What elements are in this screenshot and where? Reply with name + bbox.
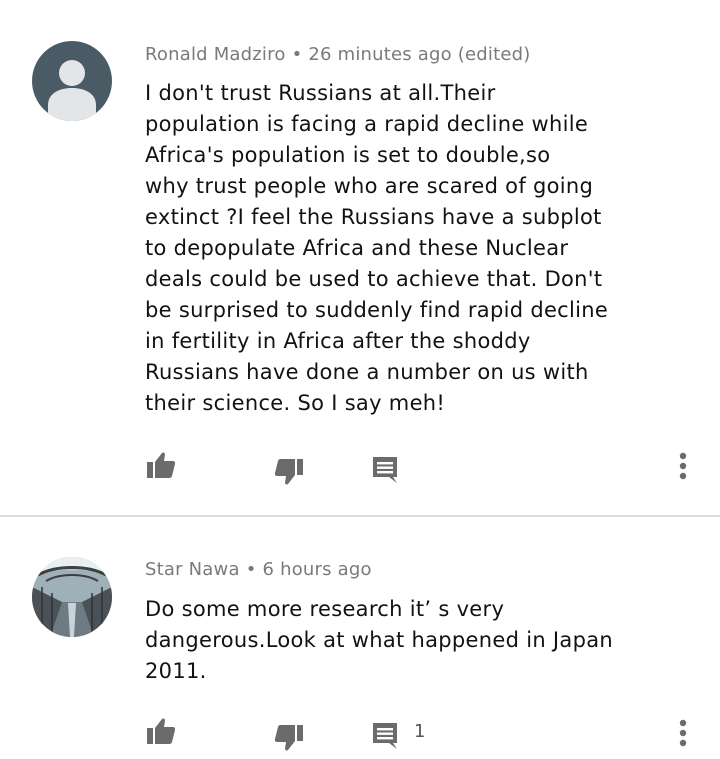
comment-text-line: their science. So I say meh! xyxy=(145,391,446,415)
meta-separator: • xyxy=(291,44,303,65)
comment-text-line: Do some more research it’ s very xyxy=(145,597,505,621)
like-button[interactable] xyxy=(144,714,178,748)
meta-separator: • xyxy=(245,559,257,580)
comment-card: Ronald Madziro • 26 minutes ago (edited) I… xyxy=(0,0,720,516)
comment-text-line: Russians have done a number on us with xyxy=(145,360,589,384)
avatar[interactable] xyxy=(32,41,112,121)
comment-text-line: dangerous.Look at what happened in Japan xyxy=(145,628,613,652)
thumbs-up-icon xyxy=(147,718,176,744)
comment-text-line: population is facing a rapid decline whi… xyxy=(145,112,589,136)
more-options-button[interactable] xyxy=(673,713,693,753)
more-vert-icon xyxy=(679,452,687,480)
thumbs-down-icon xyxy=(274,459,303,485)
reply-button[interactable] xyxy=(368,718,402,752)
comment-meta: Ronald Madziro • 26 minutes ago (edited) xyxy=(145,44,531,65)
comment-text-line: 2011. xyxy=(145,659,207,683)
comment-text: Do some more research it’ s very dangero… xyxy=(145,594,705,687)
bridge-photo-avatar xyxy=(32,557,112,637)
comment-text-line: be surprised to suddenly find rapid decl… xyxy=(145,298,609,322)
reply-count[interactable]: 1 xyxy=(414,721,425,742)
comment-icon xyxy=(373,723,397,749)
reply-button[interactable] xyxy=(368,452,402,486)
dislike-button[interactable] xyxy=(272,721,306,755)
more-options-button[interactable] xyxy=(673,446,693,486)
thumbs-down-icon xyxy=(274,725,303,751)
comment-text-line: I don't trust Russians at all.Their xyxy=(145,81,496,105)
author-name[interactable]: Star Nawa xyxy=(145,559,240,580)
comment-text: I don't trust Russians at all.Their popu… xyxy=(145,78,705,419)
default-user-icon xyxy=(48,60,96,121)
dislike-button[interactable] xyxy=(272,455,306,489)
timestamp[interactable]: 6 hours ago xyxy=(263,559,372,580)
comment-text-line: extinct ?I feel the Russians have a subp… xyxy=(145,205,602,229)
author-name[interactable]: Ronald Madziro xyxy=(145,44,286,65)
comment-card: Star Nawa • 6 hours ago Do some more resea… xyxy=(0,516,720,759)
comment-text-line: why trust people who are scared of going xyxy=(145,174,594,198)
like-button[interactable] xyxy=(144,448,178,482)
avatar[interactable] xyxy=(32,557,112,637)
more-vert-icon xyxy=(679,719,687,747)
comment-icon xyxy=(373,457,397,483)
comment-text-line: to depopulate Africa and these Nuclear xyxy=(145,236,569,260)
comment-text-line: deals could be used to achieve that. Don… xyxy=(145,267,603,291)
thumbs-up-icon xyxy=(147,452,176,478)
comment-meta: Star Nawa • 6 hours ago xyxy=(145,559,372,580)
comment-text-line: in fertility in Africa after the shoddy xyxy=(145,329,531,353)
timestamp[interactable]: 26 minutes ago (edited) xyxy=(308,44,530,65)
comment-text-line: Africa's population is set to double,so xyxy=(145,143,551,167)
